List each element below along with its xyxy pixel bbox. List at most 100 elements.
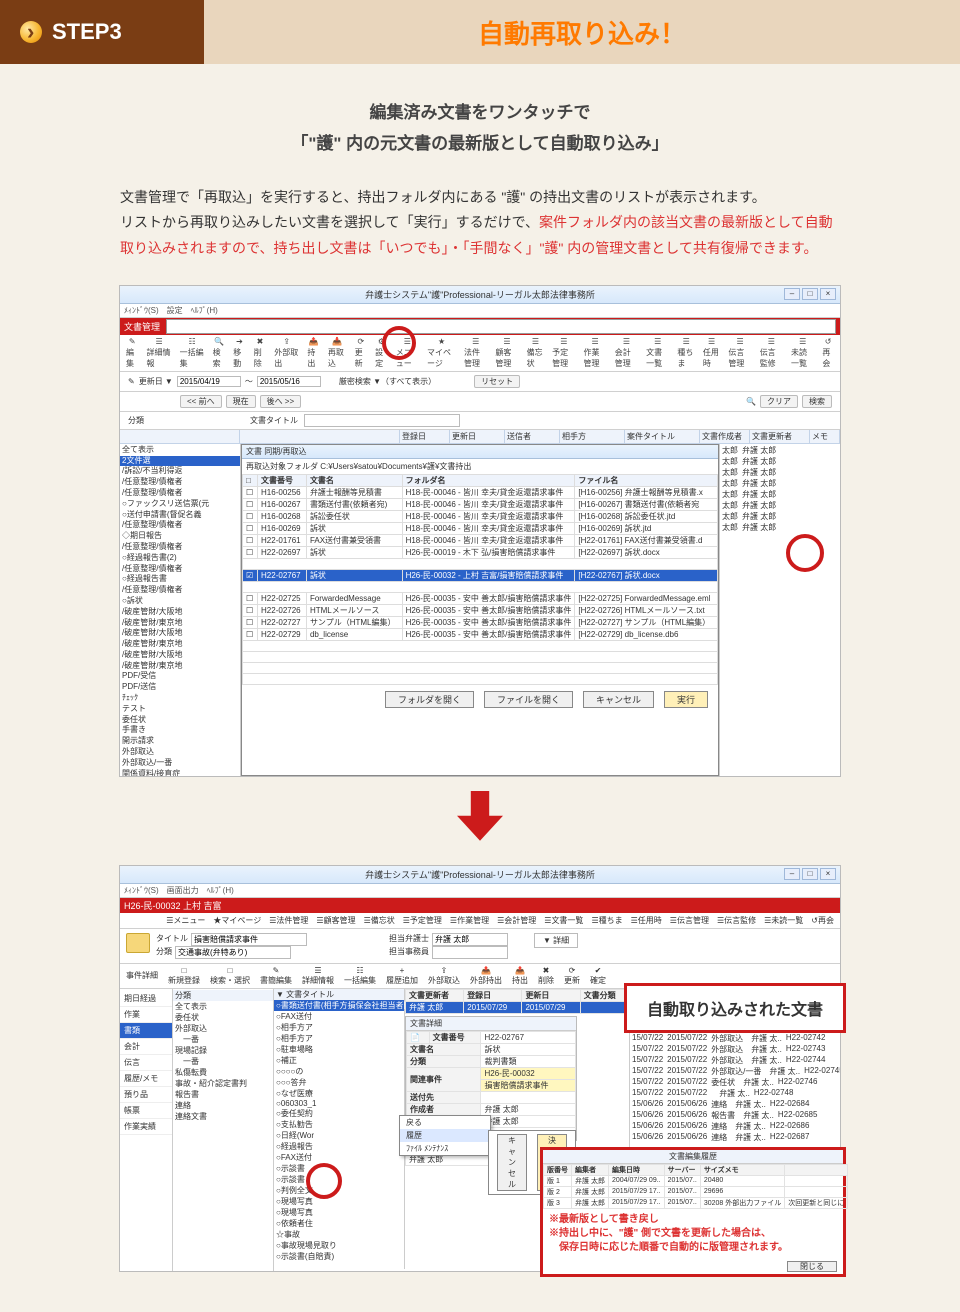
col-upddate[interactable]: 更新日 (522, 989, 580, 1001)
max-icon[interactable]: □ (802, 868, 818, 880)
close-icon[interactable]: × (820, 868, 836, 880)
detail-button[interactable]: ☰詳細情報 (147, 337, 172, 369)
col-regdate[interactable]: 登録日 (464, 989, 522, 1001)
litmgr-button[interactable]: ☰法件管理 (464, 337, 487, 369)
doc-item[interactable]: ○060303_1 (274, 1099, 404, 1108)
menu-item-history[interactable]: 履歴 (400, 1129, 490, 1142)
category-item[interactable]: 現場記録 (173, 1045, 273, 1056)
menubar[interactable]: ﾒｨﾝﾄﾞｳ(S) 設定 ﾍﾙﾌﾟ(H) (120, 304, 840, 318)
del-button[interactable]: ✖削除 (538, 966, 554, 986)
search-button2[interactable]: 検索 (802, 395, 832, 408)
batch-button[interactable]: ☷一括編集 (344, 966, 376, 986)
doc-item[interactable]: ○現場写真 (274, 1207, 404, 1218)
tree-item[interactable]: /任意整理/債権者 (120, 585, 240, 596)
table-row[interactable]: ☐H22-01761FAX送付書兼受領書H18-民-00046 - 皆川 幸夫/… (243, 534, 718, 546)
grid-row[interactable]: 15/07/222015/07/22外部取込弁護 太..H22-02743 (630, 1044, 840, 1055)
doc-item[interactable]: ○示談書 (274, 1163, 404, 1174)
edit-button[interactable]: ✎書簡編集 (260, 966, 292, 986)
settings-button[interactable]: ⚙設定 (375, 337, 388, 369)
history-row[interactable]: 版 2弁護 太郎2015/07/29 17..2015/07..29696 (544, 1186, 848, 1197)
schedule-button[interactable]: ☰予定管理 (552, 337, 575, 369)
tree-item[interactable]: /任意整理/債権者 (120, 520, 240, 531)
reset-button[interactable]: リセット (474, 375, 520, 388)
external-send-button[interactable]: ⇪外部取出 (274, 337, 299, 369)
carryout-button[interactable]: 📤持出 (307, 337, 320, 369)
reminder-button[interactable]: ☰備忘状 (527, 337, 544, 369)
tree-item[interactable]: 全て表示 (120, 445, 240, 456)
searchref-button[interactable]: □検索・選択 (210, 966, 250, 986)
tree-item[interactable]: 関係資料/接直症 (120, 769, 240, 776)
col-docname[interactable]: 文書名 (306, 474, 402, 486)
out-button[interactable]: 📤持出 (512, 966, 528, 986)
grid-row[interactable]: 15/06/262015/06/26報告書弁護 太..H22-02685 (630, 1110, 840, 1121)
mypage-button[interactable]: ★マイページ (213, 915, 261, 926)
table-row[interactable]: ☐H22-02727サンプル（HTML編集）H26-民-00035 - 安中 善… (243, 616, 718, 628)
run-button[interactable]: 実行 (664, 691, 708, 708)
col-counterparty[interactable]: 相手方 (560, 430, 625, 443)
grid-row[interactable]: 15/07/222015/07/22委任状弁護 太..H22-02746 (630, 1077, 840, 1088)
tree-item[interactable]: テスト (120, 704, 240, 715)
doclist-button[interactable]: ☰文書一覧 (646, 337, 669, 369)
doc-item[interactable]: ○経過報告 (274, 1141, 404, 1152)
doc-item[interactable]: ○駐車場略 (274, 1044, 404, 1055)
doc-item[interactable]: ○FAX送付 (274, 1011, 404, 1022)
tree-item[interactable]: ○送付申請書(督促名義 (120, 510, 240, 521)
col-memo[interactable]: メモ (810, 430, 840, 443)
litmgr-button[interactable]: ☰法件管理 (269, 915, 308, 926)
col-updater[interactable]: 文書更新者 (406, 989, 464, 1001)
clerk-input[interactable] (432, 946, 508, 959)
side-tab[interactable]: 作業実績 (120, 1119, 172, 1135)
tree-item[interactable]: ○訴状 (120, 596, 240, 607)
acct-button[interactable]: ☰会計管理 (615, 337, 638, 369)
side-tab[interactable]: 履歴/メモ (120, 1071, 172, 1087)
doc-item[interactable]: ○なぜ医療 (274, 1088, 404, 1099)
col-file[interactable]: ファイル名 (575, 474, 718, 486)
reopen-button[interactable]: ↺再会 (822, 337, 834, 369)
category-item[interactable]: 一番 (173, 1056, 273, 1067)
search-button[interactable]: 🔍検索 (213, 337, 226, 369)
min-icon[interactable]: – (784, 868, 800, 880)
table-row[interactable]: ☐H22-02697訴状H26-民-00019 - 木下 弘/損害賠償請求事件[… (243, 546, 718, 558)
attorney-input[interactable] (432, 933, 508, 946)
staff-button[interactable]: ☰任用時 (703, 337, 720, 369)
staff-button[interactable]: ☰任用時 (631, 915, 662, 926)
doc-item[interactable]: ○支払勧告 (274, 1119, 404, 1130)
menu-button[interactable]: ☰メニュー (166, 915, 205, 926)
new-button[interactable]: □新規登録 (168, 966, 200, 986)
table-row[interactable]: ☐H22-02725ForwardedMessageH26-民-00035 - … (243, 592, 718, 604)
max-icon[interactable]: □ (802, 288, 818, 300)
doc-item[interactable]: ○○○○の (274, 1066, 404, 1077)
edit-button[interactable]: ✎編集 (126, 337, 139, 369)
doc-item[interactable]: ○示談書(自賠責) (274, 1251, 404, 1262)
tree-item[interactable]: ﾁｪｯｸ (120, 693, 240, 704)
doc-item[interactable]: ○依頼者住 (274, 1218, 404, 1229)
side-tab[interactable]: 伝言 (120, 1055, 172, 1071)
tree-item[interactable]: /任意整理/債権者 (120, 488, 240, 499)
category-tree[interactable]: 分類全て表示委任状外部取込 一番現場記録 一番私傷転費事故・紹介認定書判報告書連… (173, 989, 274, 1271)
category-item[interactable]: 一番 (173, 1034, 273, 1045)
clear-button[interactable]: クリア (760, 395, 798, 408)
detail-toggle-button[interactable]: ▼ 詳細 (534, 933, 578, 948)
history-row[interactable]: 版 1弁護 太郎2004/07/29 09..2015/07..20480 (544, 1175, 848, 1186)
tree-item[interactable]: 外部取込 (120, 747, 240, 758)
table-row[interactable]: ☐H16-00269訴状H18-民-00046 - 皆川 幸夫/貸金返還請求事件… (243, 522, 718, 534)
col-case[interactable]: 案件タイトル (625, 430, 700, 443)
tree-item[interactable]: 2文件選 (120, 456, 240, 467)
tree-item[interactable]: 開示請求 (120, 736, 240, 747)
now-button[interactable]: 現在 (226, 395, 256, 408)
side-tab[interactable]: 書類 (120, 1023, 172, 1039)
col-docno[interactable]: 文書番号 (258, 474, 307, 486)
unread-button[interactable]: ☰未読一覧 (764, 915, 803, 926)
grid-row[interactable]: 15/06/262015/06/26連絡弁護 太..H22-02687 (630, 1132, 840, 1143)
update-button[interactable]: ⟳更新 (355, 337, 368, 369)
detail-button[interactable]: ☰詳細情報 (302, 966, 334, 986)
unread-button[interactable]: ☰未読一覧 (791, 337, 814, 369)
workmgr-button[interactable]: ☰作業管理 (450, 915, 489, 926)
menubar-2[interactable]: ﾒｨﾝﾄﾞｳ(S) 画面出力 ﾍﾙﾌﾟ(H) (120, 884, 840, 898)
doc-item[interactable]: ○示談書 (274, 1174, 404, 1185)
grid-row[interactable]: 15/07/222015/07/22外部取込弁護 太..H22-02742 (630, 1033, 840, 1044)
col-sender[interactable]: 送信者 (505, 430, 560, 443)
case-cat-input[interactable] (175, 946, 291, 959)
doc-item[interactable]: ○委任契約 (274, 1108, 404, 1119)
tree-item[interactable]: ○経過報告書 (120, 574, 240, 585)
